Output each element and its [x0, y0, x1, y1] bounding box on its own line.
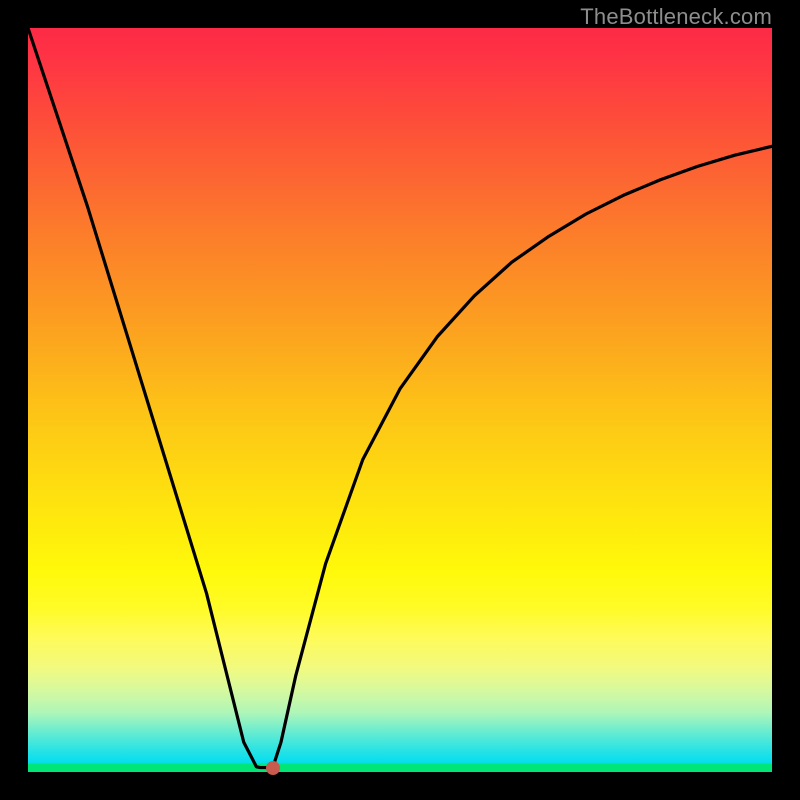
- chart-plot-area: [28, 28, 772, 772]
- watermark-text: TheBottleneck.com: [580, 4, 772, 30]
- bottleneck-curve: [28, 28, 772, 772]
- minimum-marker-dot: [266, 761, 280, 775]
